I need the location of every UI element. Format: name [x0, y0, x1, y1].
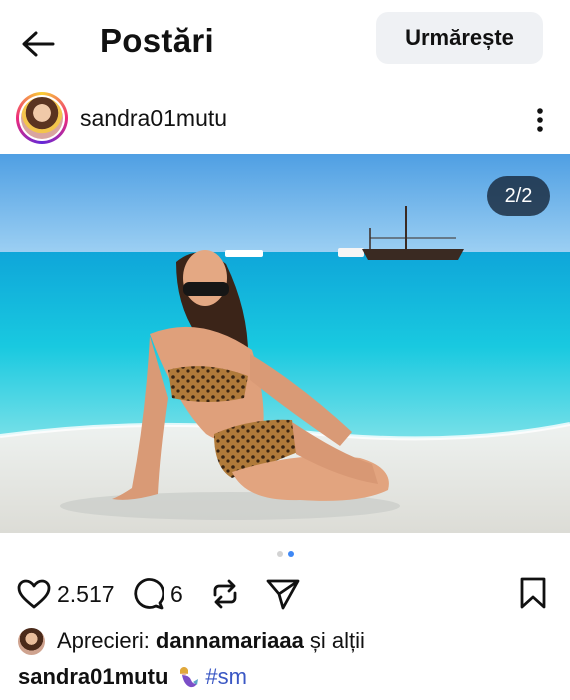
carousel-dot-active [287, 551, 294, 557]
action-bar: 2.517 6 [0, 574, 570, 614]
likes-label: Aprecieri: [57, 628, 150, 653]
image-counter: 2/2 [487, 176, 550, 216]
mermaid-emoji [180, 667, 199, 688]
avatar-image [21, 97, 63, 139]
avatar[interactable] [16, 92, 68, 144]
post-image[interactable]: 2/2 [0, 154, 570, 533]
heart-icon [17, 579, 51, 609]
repost-button[interactable] [210, 574, 240, 614]
page-title: Postări [100, 22, 214, 59]
share-button[interactable] [266, 574, 300, 614]
save-button[interactable] [519, 576, 547, 615]
arrow-left-icon [22, 31, 55, 57]
likes-others[interactable]: și alții [310, 628, 365, 654]
likes-summary[interactable]: Aprecieri: dannamariaaa și alții [18, 626, 365, 656]
beach-photo [0, 154, 570, 533]
like-count[interactable]: 2.517 [57, 581, 115, 608]
hashtag-link[interactable]: #sm [205, 664, 247, 690]
back-button[interactable] [18, 24, 58, 64]
comment-icon [134, 578, 164, 610]
repost-icon [213, 579, 237, 609]
post-caption: sandra01mutu #sm [18, 664, 247, 690]
top-bar: Postări Urmărește [0, 0, 570, 86]
liker-username[interactable]: dannamariaaa [156, 628, 304, 654]
more-options-button[interactable] [522, 102, 558, 138]
post-header: sandra01mutu [0, 88, 570, 152]
liker-avatar [18, 627, 45, 655]
carousel-indicator [0, 549, 570, 559]
comment-count[interactable]: 6 [170, 581, 183, 608]
share-icon [266, 579, 300, 610]
caption-username[interactable]: sandra01mutu [18, 664, 168, 690]
bookmark-icon [520, 577, 546, 609]
comment-button[interactable]: 6 [132, 574, 183, 614]
carousel-dot [276, 551, 283, 557]
follow-button[interactable]: Urmărește [376, 12, 543, 64]
more-vertical-icon [537, 108, 543, 132]
like-button[interactable]: 2.517 [17, 574, 115, 614]
post-username[interactable]: sandra01mutu [80, 105, 227, 132]
